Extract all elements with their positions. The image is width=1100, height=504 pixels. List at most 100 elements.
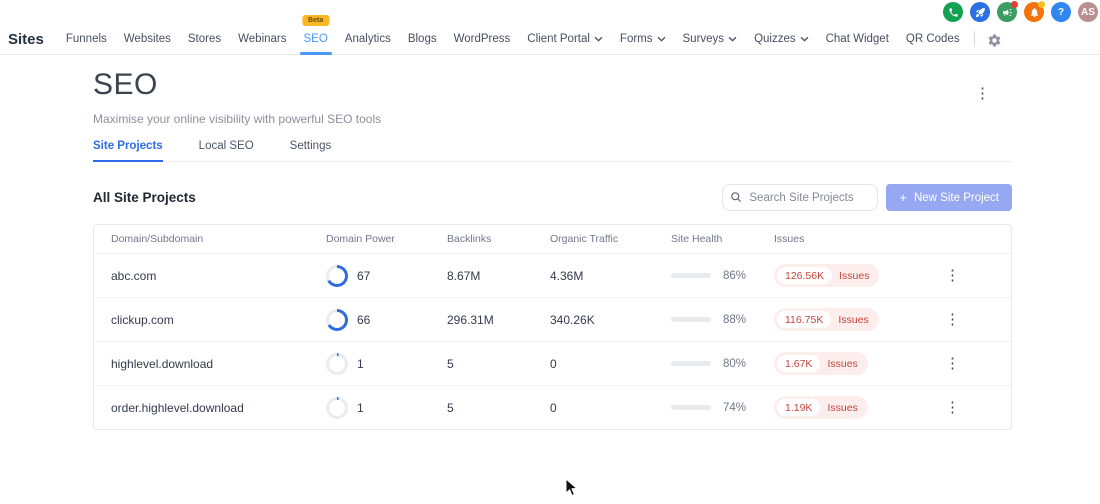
issues-cell: 1.19K Issues	[774, 396, 929, 419]
section-title: All Site Projects	[93, 190, 196, 205]
nav-item-quizzes[interactable]: Quizzes	[754, 24, 809, 54]
site-health-cell: 74%	[671, 402, 774, 414]
table-row: highlevel.download 1 5 0 80% 1.67K Issue…	[94, 341, 1011, 385]
nav-item-websites[interactable]: Websites	[124, 24, 171, 54]
brand-sites: Sites	[8, 30, 44, 48]
col-organic-traffic: Organic Traffic	[550, 233, 619, 245]
table-header-row: Domain/Subdomain Domain Power Backlinks …	[94, 225, 1011, 253]
site-projects-table: Domain/Subdomain Domain Power Backlinks …	[93, 224, 1012, 430]
health-percent: 74%	[723, 401, 747, 414]
issues-label: Issues	[827, 357, 858, 370]
issues-count: 126.56K	[777, 267, 833, 284]
col-domain-power: Domain Power	[326, 233, 395, 245]
row-kebab-menu[interactable]: ⋮	[941, 263, 964, 288]
issues-badge[interactable]: 116.75K Issues	[774, 308, 879, 331]
top-utility-strip: ? AS	[943, 1, 1098, 22]
help-icon[interactable]: ?	[1051, 2, 1071, 22]
organic-traffic-cell: 0	[550, 356, 557, 371]
health-bar	[671, 317, 711, 322]
domain-cell[interactable]: abc.com	[94, 269, 326, 283]
issues-cell: 126.56K Issues	[774, 264, 929, 287]
nav-item-funnels[interactable]: Funnels	[66, 24, 107, 54]
mouse-cursor	[565, 478, 579, 497]
domain-cell[interactable]: order.highlevel.download	[94, 401, 326, 415]
bell-icon[interactable]	[1024, 1, 1045, 22]
table-row: clickup.com 66 296.31M 340.26K 88% 116.7…	[94, 297, 1011, 341]
page-kebab-menu[interactable]: ⋮	[971, 82, 994, 105]
domain-power-ring	[326, 264, 348, 287]
col-domain: Domain/Subdomain	[111, 233, 204, 245]
issues-badge[interactable]: 126.56K Issues	[774, 264, 880, 287]
search-box	[722, 184, 879, 211]
megaphone-icon[interactable]	[997, 1, 1018, 22]
chevron-down-icon	[728, 36, 737, 42]
search-input[interactable]	[722, 184, 879, 211]
nav-item-qr-codes[interactable]: QR Codes	[906, 24, 960, 54]
backlinks-cell: 5	[447, 356, 454, 371]
row-kebab-menu[interactable]: ⋮	[941, 351, 964, 376]
nav-item-wordpress[interactable]: WordPress	[454, 24, 511, 54]
issues-label: Issues	[827, 401, 858, 414]
chevron-down-icon	[800, 36, 809, 42]
new-site-project-button[interactable]: + New Site Project	[886, 184, 1012, 211]
active-nav-underline	[299, 52, 332, 55]
nav-item-webinars[interactable]: Webinars	[238, 24, 286, 54]
domain-power-cell: 1	[326, 396, 447, 419]
issues-cell: 1.67K Issues	[774, 352, 929, 375]
rocket-icon[interactable]	[970, 2, 990, 22]
tab-settings[interactable]: Settings	[290, 140, 332, 161]
site-health-cell: 88%	[671, 314, 774, 326]
main-content: SEO ⋮ Maximise your online visibility wi…	[93, 56, 1012, 430]
nav-item-seo[interactable]: SEO Beta	[299, 14, 332, 55]
issues-cell: 116.75K Issues	[774, 308, 929, 331]
domain-power-ring	[326, 308, 348, 331]
page-title: SEO	[93, 68, 158, 101]
domain-power-value: 1	[357, 356, 364, 371]
phone-icon[interactable]	[943, 2, 963, 22]
domain-power-ring	[326, 352, 348, 375]
gear-icon[interactable]	[987, 31, 1002, 48]
tab-site-projects[interactable]: Site Projects	[93, 140, 163, 162]
issues-label: Issues	[839, 269, 870, 282]
domain-power-cell: 1	[326, 352, 447, 375]
issues-badge[interactable]: 1.67K Issues	[774, 352, 868, 375]
site-health-cell: 80%	[671, 358, 774, 370]
beta-badge: Beta	[301, 14, 331, 28]
col-issues: Issues	[774, 233, 805, 245]
issues-count: 1.19K	[777, 399, 821, 416]
health-bar	[671, 361, 711, 366]
site-health-cell: 86%	[671, 270, 774, 282]
organic-traffic-cell: 340.26K	[550, 312, 595, 327]
health-bar	[671, 273, 711, 278]
col-site-health: Site Health	[671, 233, 723, 245]
nav-item-chat-widget[interactable]: Chat Widget	[826, 24, 889, 54]
col-backlinks: Backlinks	[447, 233, 492, 245]
issues-badge[interactable]: 1.19K Issues	[774, 396, 868, 419]
domain-power-value: 1	[357, 400, 364, 415]
domain-cell[interactable]: clickup.com	[94, 313, 326, 327]
nav-item-surveys[interactable]: Surveys	[683, 24, 738, 54]
nav-items: Funnels Websites Stores Webinars SEO Bet…	[66, 14, 960, 55]
domain-power-value: 67	[357, 268, 371, 283]
nav-item-blogs[interactable]: Blogs	[408, 24, 437, 54]
domain-cell[interactable]: highlevel.download	[94, 357, 326, 371]
nav-item-surveys-label: Surveys	[682, 33, 725, 45]
row-kebab-menu[interactable]: ⋮	[941, 395, 964, 420]
backlinks-cell: 296.31M	[447, 312, 494, 327]
nav-item-seo-label: SEO	[303, 33, 328, 45]
nav-item-forms[interactable]: Forms	[620, 24, 666, 54]
health-percent: 86%	[723, 269, 747, 282]
issues-label: Issues	[838, 313, 869, 326]
nav-item-client-portal-label: Client Portal	[527, 33, 590, 45]
tab-local-seo[interactable]: Local SEO	[199, 140, 254, 161]
organic-traffic-cell: 4.36M	[550, 268, 584, 283]
nav-item-stores[interactable]: Stores	[188, 24, 221, 54]
row-kebab-menu[interactable]: ⋮	[941, 307, 964, 332]
nav-item-analytics[interactable]: Analytics	[345, 24, 391, 54]
avatar[interactable]: AS	[1078, 2, 1098, 22]
nav-item-client-portal[interactable]: Client Portal	[527, 24, 603, 54]
backlinks-cell: 5	[447, 400, 454, 415]
bell-dot	[1038, 1, 1045, 8]
domain-power-ring	[326, 396, 348, 419]
new-site-project-label: New Site Project	[913, 191, 999, 204]
